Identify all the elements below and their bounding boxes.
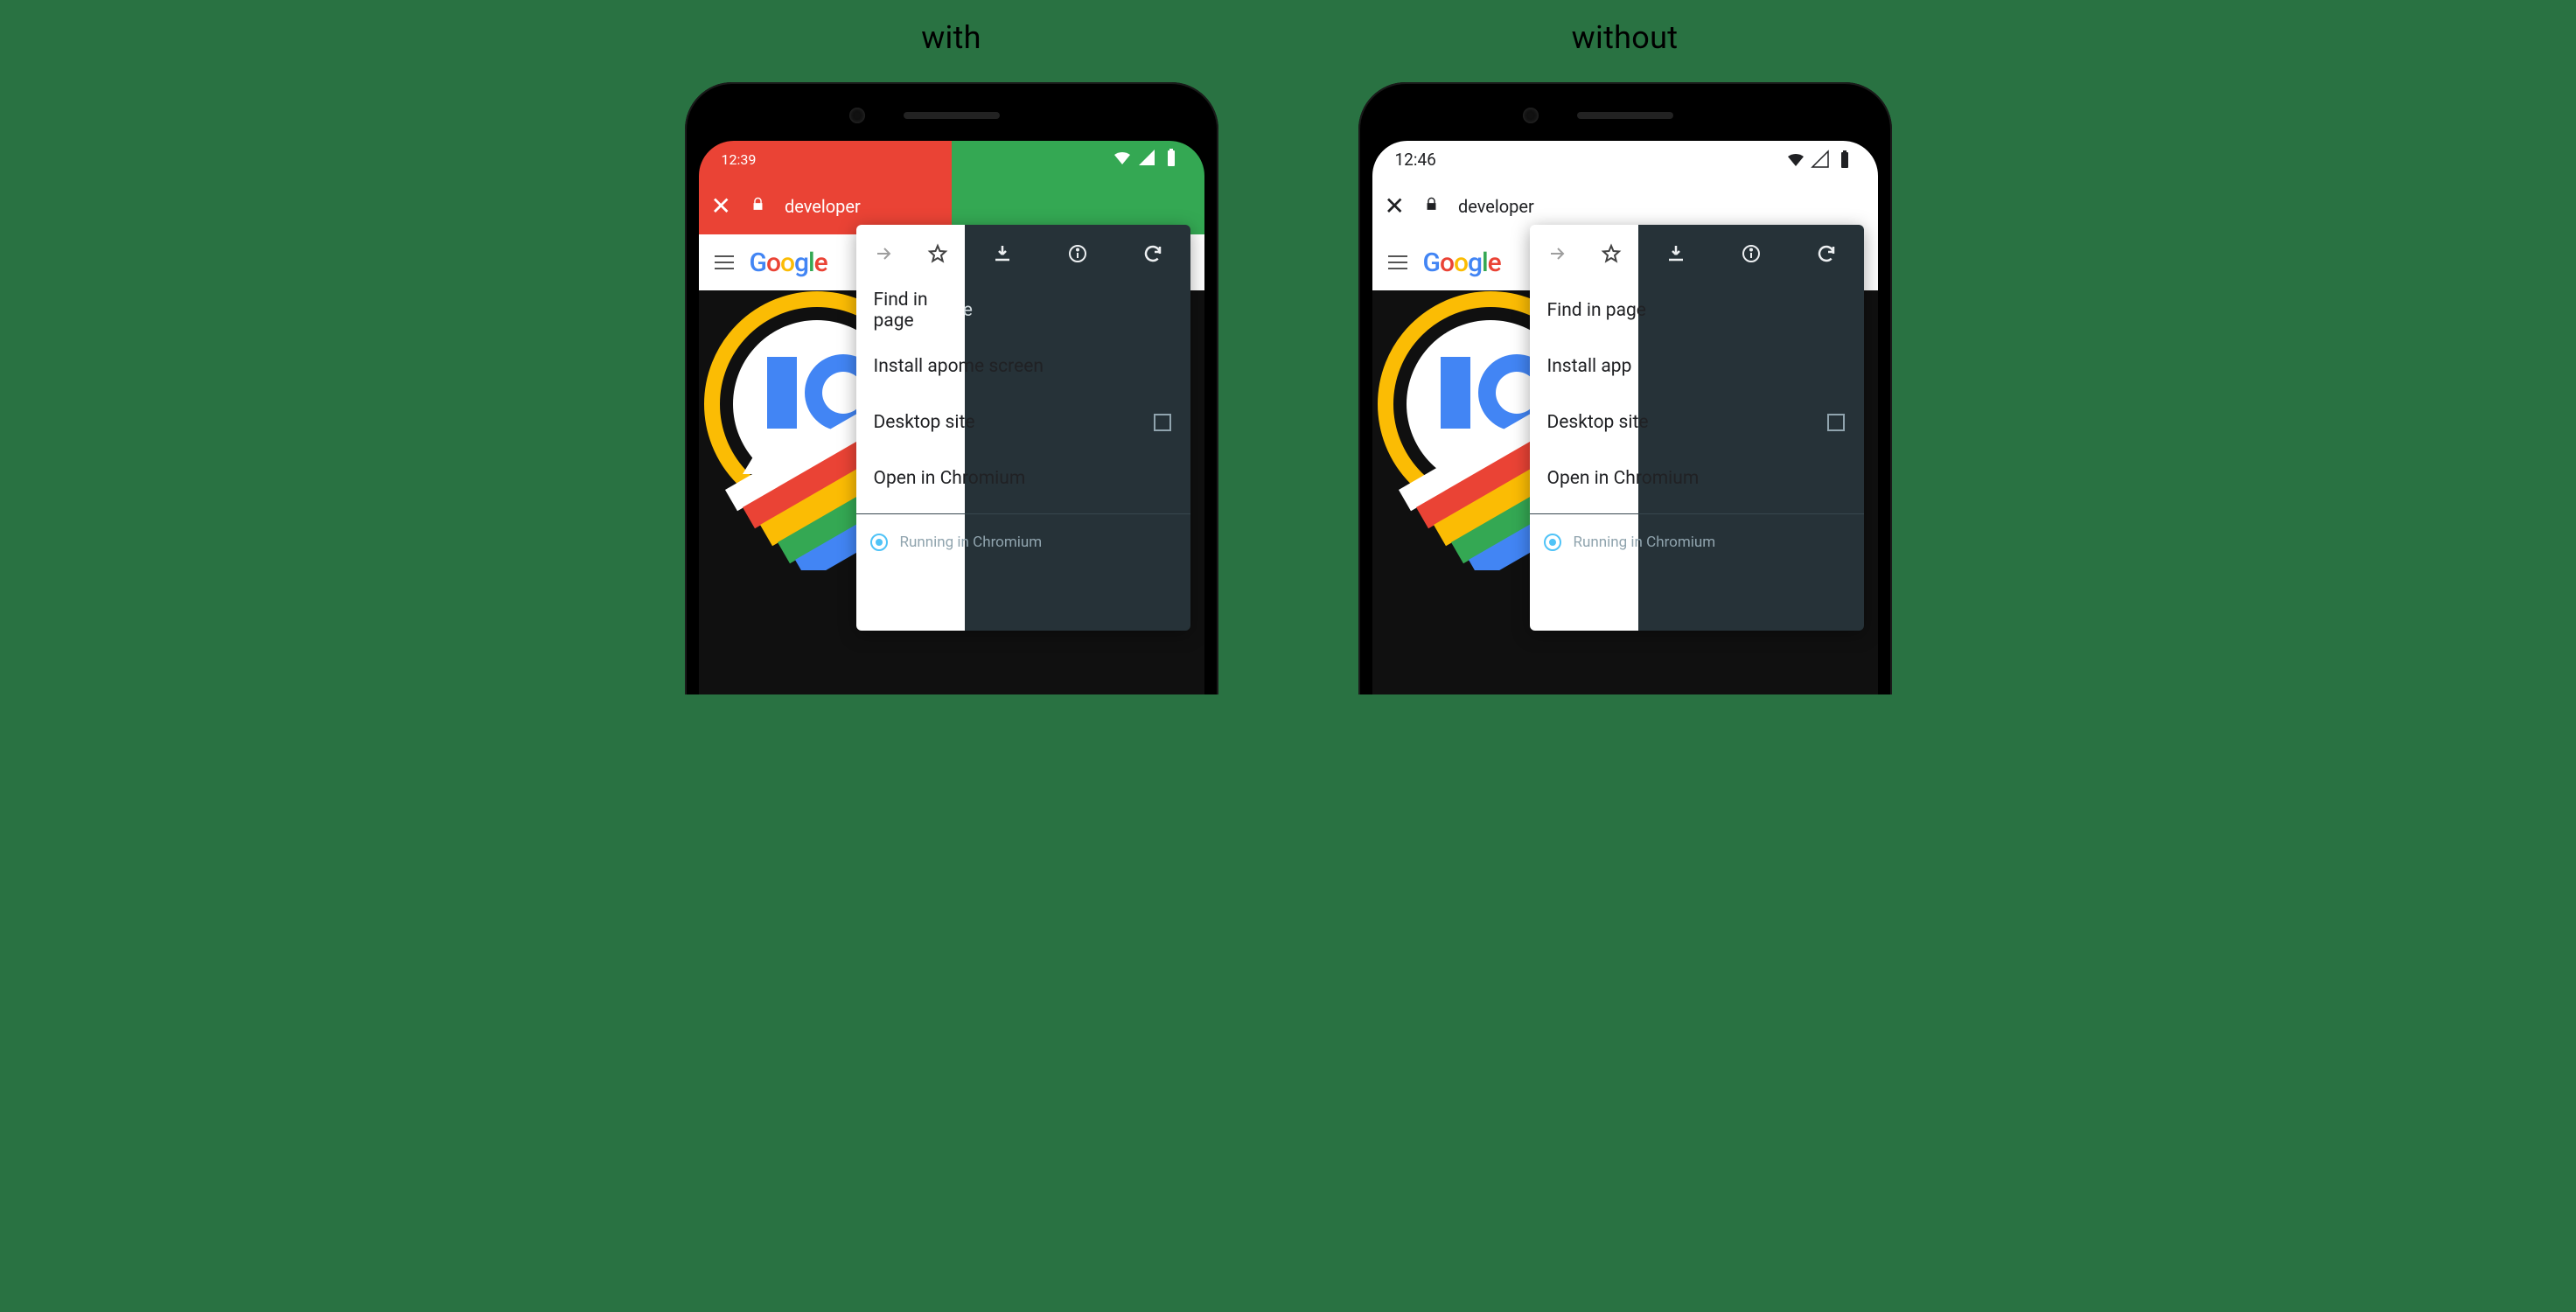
menu-footer: Running in Chromium [1530, 519, 1864, 566]
lock-icon [750, 197, 765, 215]
phone-camera [849, 108, 865, 123]
forward-icon[interactable] [1546, 243, 1567, 264]
menu-item-find[interactable]: Find in page [1530, 283, 1864, 338]
overflow-menu: Find in page Install app Desktop site Op… [1530, 225, 1864, 631]
hamburger-icon[interactable] [1388, 255, 1407, 269]
google-logo: Google [750, 248, 827, 278]
phone-speaker [904, 112, 1000, 119]
download-icon[interactable] [1665, 243, 1686, 264]
label-with: with [921, 19, 981, 56]
signal-icon [1136, 147, 1157, 168]
menu-item-open-chromium[interactable]: Open in Chromium [1530, 450, 1864, 506]
signal-icon [1810, 149, 1831, 170]
menu-footer: Running in Chromium [856, 519, 1190, 566]
battery-icon [1834, 149, 1855, 170]
url-text: developer [1458, 196, 1534, 217]
star-icon[interactable] [927, 243, 948, 264]
battery-icon [1161, 147, 1182, 168]
close-icon[interactable]: ✕ [1385, 192, 1405, 220]
menu-item-open-chromium[interactable]: Open in Chromium [856, 450, 1190, 506]
menu-item-desktop[interactable]: Desktop site [1530, 394, 1864, 450]
label-without: without [1572, 19, 1679, 56]
refresh-icon[interactable] [1816, 243, 1837, 264]
overflow-menu: Find in page Install apome screen Deskto… [856, 225, 1190, 631]
chromium-icon [870, 534, 888, 551]
menu-item-install[interactable]: Install app [1530, 338, 1864, 394]
google-logo: Google [1423, 248, 1501, 278]
hamburger-icon[interactable] [715, 255, 734, 269]
status-time: 12:39 [722, 151, 757, 168]
checkbox-icon[interactable] [1154, 414, 1171, 431]
lock-icon [1424, 197, 1439, 215]
wifi-icon [1785, 149, 1806, 170]
info-icon[interactable] [1067, 243, 1088, 264]
status-bar: 12:39 [699, 141, 1204, 178]
phone-left: 12:39 ✕ developer [685, 82, 1218, 694]
checkbox-icon[interactable] [1827, 414, 1845, 431]
url-text: developer [785, 196, 861, 217]
phone-right: 12:46 ✕ developer Google [1358, 82, 1892, 694]
phone-speaker [1577, 112, 1673, 119]
menu-item-desktop[interactable]: Desktop site [856, 394, 1190, 450]
status-time: 12:46 [1395, 150, 1436, 170]
star-icon[interactable] [1601, 243, 1622, 264]
refresh-icon[interactable] [1142, 243, 1163, 264]
status-icons [1785, 149, 1855, 170]
info-icon[interactable] [1741, 243, 1762, 264]
status-bar: 12:46 [1372, 141, 1878, 178]
status-icons [1112, 147, 1182, 171]
forward-icon[interactable] [873, 243, 894, 264]
download-icon[interactable] [992, 243, 1013, 264]
chromium-icon [1544, 534, 1561, 551]
close-icon[interactable]: ✕ [711, 192, 731, 220]
phone-camera [1523, 108, 1539, 123]
wifi-icon [1112, 147, 1133, 168]
menu-item-install[interactable]: Install apome screen [856, 338, 1190, 394]
